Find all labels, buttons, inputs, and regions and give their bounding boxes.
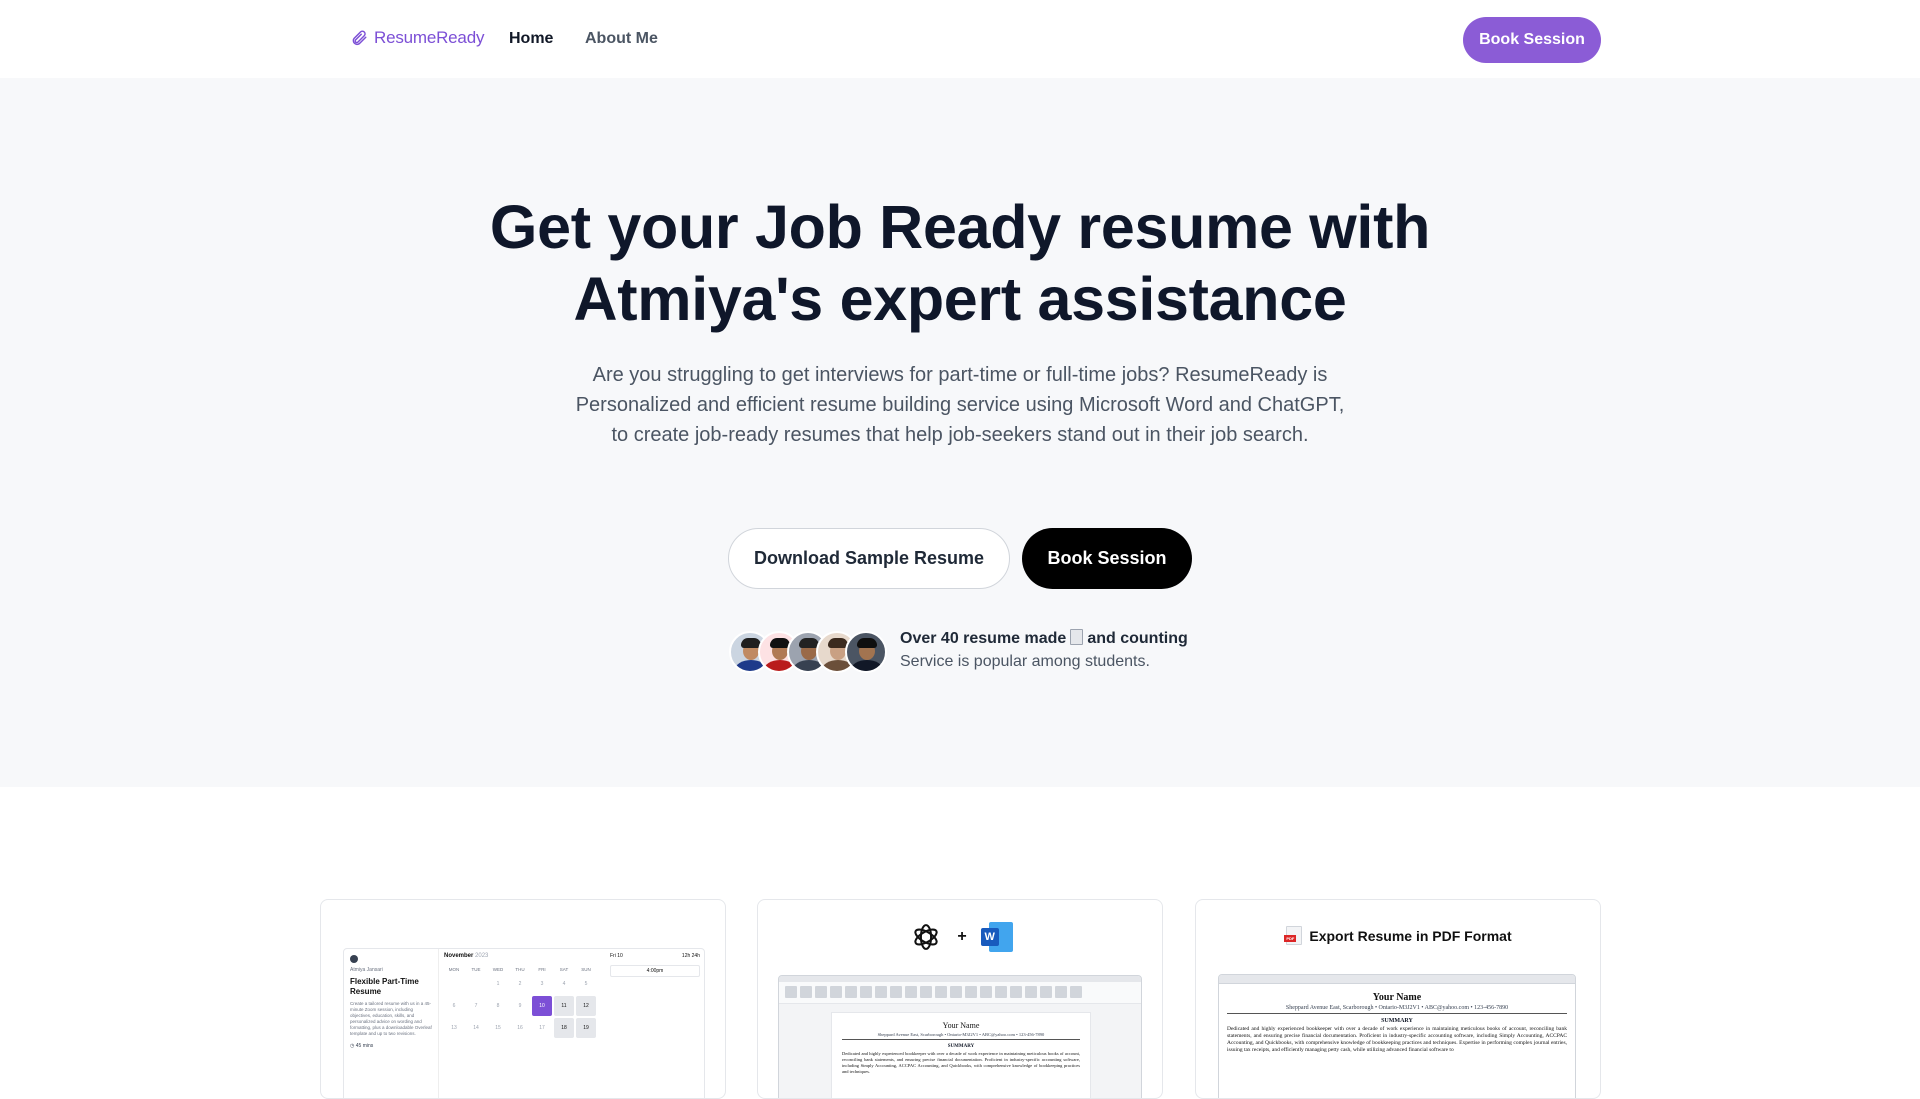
year-label: 2023 bbox=[475, 953, 489, 959]
feature-card-pdf: PDF Export Resume in PDF Format Your Nam… bbox=[1195, 899, 1601, 1099]
calendar-day-available[interactable]: 11 bbox=[554, 996, 574, 1016]
nav-link-home[interactable]: Home bbox=[509, 30, 553, 48]
time-slot[interactable]: 4:00pm bbox=[610, 965, 700, 977]
event-title: Flexible Part-Time Resume bbox=[350, 977, 419, 996]
hero-section: Get your Job Ready resume with Atmiya's … bbox=[0, 78, 1920, 787]
calendar-day: 8 bbox=[496, 1003, 500, 1009]
calendar-day: 2 bbox=[518, 981, 522, 987]
weekday-label: THU bbox=[515, 967, 525, 972]
day-label: Fri 10 bbox=[610, 953, 623, 959]
download-sample-resume-button[interactable]: Download Sample Resume bbox=[728, 528, 1010, 589]
host-name: Atmiya Jansari bbox=[350, 967, 383, 973]
resume-contact: Sheppard Avenue East, Scarborough • Onta… bbox=[842, 1032, 1080, 1040]
booking-calendar-preview: Atmiya Jansari Flexible Part-Time Resume… bbox=[343, 948, 705, 1098]
time-slots: Fri 10 12h 24h 4:00pm bbox=[610, 953, 700, 977]
avatar bbox=[845, 631, 887, 673]
resume-document: Your Name Sheppard Avenue East, Scarboro… bbox=[1219, 984, 1575, 1062]
logo[interactable]: ResumeReady bbox=[350, 28, 484, 48]
nav-book-session-button[interactable]: Book Session bbox=[1463, 17, 1601, 63]
resume-name: Your Name bbox=[1372, 992, 1422, 1003]
calendar-day: 13 bbox=[451, 1025, 457, 1031]
event-description: Create a tailored resume with us in a 45… bbox=[350, 1001, 432, 1036]
month-name: November bbox=[444, 953, 474, 959]
resume-contact: Sheppard Avenue East, Scarborough • Onta… bbox=[1227, 1005, 1567, 1014]
calendar-grid: MON TUE WED THU FRI SAT SUN 1 2 3 4 5 6 … bbox=[444, 967, 604, 1038]
weekday-label: FRI bbox=[538, 967, 546, 972]
pdf-badge: PDF bbox=[1284, 935, 1297, 942]
selected-day: Fri 10 12h 24h bbox=[610, 953, 700, 959]
top-navbar: ResumeReady Home About Me Book Session bbox=[0, 0, 1920, 78]
feature-card-booking: Atmiya Jansari Flexible Part-Time Resume… bbox=[320, 899, 726, 1099]
resume-summary-heading: SUMMARY bbox=[947, 1044, 975, 1049]
chatgpt-icon bbox=[914, 924, 938, 950]
word-screenshot: Your Name Sheppard Avenue East, Scarboro… bbox=[778, 975, 1142, 1098]
social-proof-count: Over 40 resume made bbox=[900, 630, 1067, 647]
tools-header: + W bbox=[758, 920, 1162, 954]
calendar-day: 3 bbox=[540, 981, 544, 987]
calendar-day: 15 bbox=[495, 1025, 501, 1031]
logo-text: ResumeReady bbox=[374, 28, 485, 47]
pdf-viewer-toolbar bbox=[1219, 975, 1575, 984]
weekday-label: SAT bbox=[559, 967, 569, 972]
pdf-icon: PDF bbox=[1284, 926, 1303, 945]
calendar-day-available[interactable]: 12 bbox=[576, 996, 596, 1016]
weekday-label: WED bbox=[492, 967, 504, 972]
pdf-screenshot: Your Name Sheppard Avenue East, Scarboro… bbox=[1218, 974, 1576, 1098]
month-label: November 2023 bbox=[444, 953, 604, 959]
calendar-day: 6 bbox=[452, 1003, 456, 1009]
hero-subtitle: Are you struggling to get interviews for… bbox=[575, 364, 1345, 446]
calendar-day-available[interactable]: 18 bbox=[554, 1018, 574, 1038]
calendar-day: 4 bbox=[562, 981, 566, 987]
word-icon: W bbox=[980, 922, 1013, 952]
plus-sign: + bbox=[957, 928, 967, 945]
calendar-day: 9 bbox=[518, 1003, 522, 1009]
receipt-icon bbox=[1070, 629, 1084, 645]
resume-summary-body: Dedicated and highly experienced bookkee… bbox=[1227, 1026, 1567, 1053]
avatar bbox=[350, 955, 358, 963]
weekday-label: SUN bbox=[581, 967, 591, 972]
calendar-day-available[interactable]: 19 bbox=[576, 1018, 596, 1038]
word-toolbar bbox=[779, 982, 1141, 1004]
calendar-day bbox=[466, 974, 486, 994]
calendar-day: 14 bbox=[473, 1025, 479, 1031]
paperclip-icon bbox=[352, 30, 367, 46]
calendar-day: 7 bbox=[474, 1003, 478, 1009]
hero-book-session-button[interactable]: Book Session bbox=[1022, 528, 1192, 589]
calendar-month: November 2023 MON TUE WED THU FRI SAT SU… bbox=[444, 953, 604, 1038]
duration-text: 45 mins bbox=[355, 1043, 374, 1049]
calendar-day-selected[interactable]: 10 bbox=[532, 996, 552, 1016]
social-proof-suffix: and counting bbox=[1087, 630, 1188, 647]
hero-title-line2: Atmiya's expert assistance bbox=[573, 265, 1347, 333]
resume-document: Your Name Sheppard Avenue East, Scarboro… bbox=[831, 1012, 1091, 1098]
calendar-day: 17 bbox=[539, 1025, 545, 1031]
event-info: Atmiya Jansari Flexible Part-Time Resume… bbox=[344, 949, 439, 1098]
pdf-label: Export Resume in PDF Format bbox=[1309, 927, 1512, 944]
hero-title-line1: Get your Job Ready resume with bbox=[489, 193, 1431, 261]
nav-link-about-me[interactable]: About Me bbox=[585, 30, 658, 48]
calendar-day: 16 bbox=[517, 1025, 523, 1031]
event-duration: ◷ 45 mins bbox=[350, 1043, 374, 1049]
hero-title: Get your Job Ready resume with Atmiya's … bbox=[0, 191, 1920, 335]
social-proof-subtitle: Service is popular among students. bbox=[900, 653, 1150, 670]
word-letter: W bbox=[980, 928, 999, 946]
time-format-toggle[interactable]: 12h 24h bbox=[682, 953, 700, 959]
calendar-day bbox=[444, 974, 464, 994]
pdf-header: PDF Export Resume in PDF Format bbox=[1196, 926, 1600, 945]
weekday-label: MON bbox=[448, 967, 460, 972]
resume-summary-body: Dedicated and highly experienced bookkee… bbox=[842, 1051, 1080, 1074]
weekday-label: TUE bbox=[471, 967, 481, 972]
feature-card-tools: + W Your Name Sheppard Avenue East, Scar… bbox=[757, 899, 1163, 1099]
resume-name: Your Name bbox=[942, 1021, 980, 1030]
calendar-day: 5 bbox=[584, 981, 588, 987]
calendar-day: 1 bbox=[496, 981, 500, 987]
customer-avatars bbox=[729, 631, 887, 673]
social-proof-title: Over 40 resume made and counting bbox=[900, 629, 1188, 648]
resume-summary-heading: SUMMARY bbox=[1381, 1018, 1413, 1024]
